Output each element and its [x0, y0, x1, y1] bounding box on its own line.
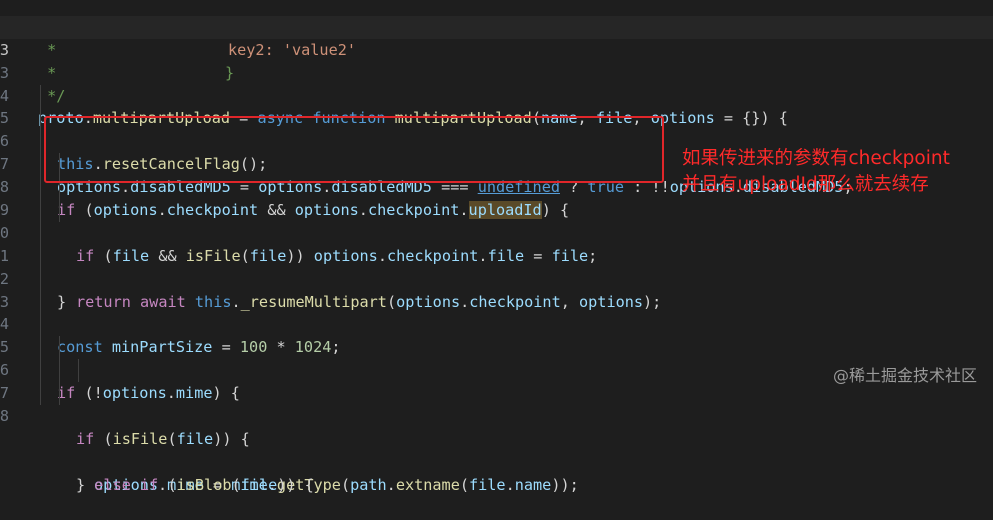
code-text: if (isFile(file)) {: [76, 429, 250, 448]
annotation-line-2: 并且有uploadId那么就去续存: [682, 174, 929, 195]
code-text: } else if (isBlob(file)) {: [76, 475, 314, 494]
code-line: 1 }: [0, 221, 993, 311]
code-line-current: 3 *}: [0, 15, 993, 82]
code-line: 2 *key2: 'value2': [0, 0, 993, 59]
annotation-line-1: 如果传进来的参数有checkpoint: [682, 148, 950, 169]
code-line: 0 return await this._resumeMultipart(opt…: [0, 199, 993, 311]
code-line: 6 if (isFile(file)) {: [0, 336, 993, 448]
code-editor[interactable]: 2 *key2: 'value2' 3 *} 3 */ 4 proto.mult…: [0, 0, 993, 494]
code-line: 2: [0, 244, 993, 288]
code-line: 4: [0, 290, 993, 333]
code-line: 3 */: [0, 39, 993, 105]
code-line: 5 if (!options.mime) {: [0, 313, 993, 402]
watermark: @稀土掘金技术社区: [832, 366, 977, 385]
code-line: 5 this.resetCancelFlag();: [0, 84, 993, 173]
annotation-highlight-box: [44, 116, 664, 183]
code-line: 4 proto.multipartUpload = async function…: [0, 62, 993, 128]
code-line: 3 const minPartSize = 100 * 1024;: [0, 267, 993, 356]
annotation-note: 如果传进来的参数有checkpoint 并且有uploadId那么就去续存: [682, 146, 950, 198]
line-number: 8: [0, 407, 9, 426]
